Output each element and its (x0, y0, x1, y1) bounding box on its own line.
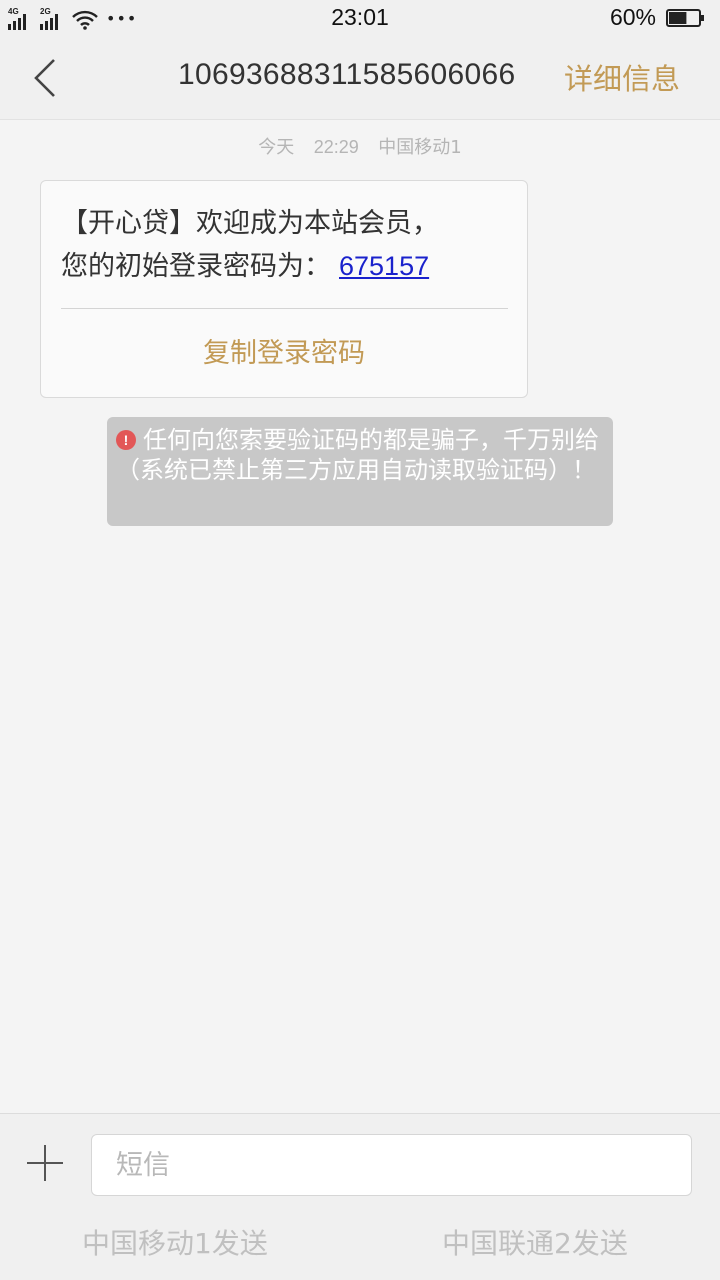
send-sim1-button[interactable]: 中国移动1发送 (82, 1222, 268, 1262)
details-button[interactable]: 详细信息 (564, 56, 680, 98)
verification-code-link[interactable]: 675157 (339, 251, 429, 281)
message-line-1: 【开心贷】欢迎成为本站会员， (61, 208, 439, 239)
timestamp-day: 今天 (258, 137, 295, 158)
attach-button[interactable] (26, 1144, 64, 1182)
battery-icon (666, 8, 704, 27)
status-bar: 4G 2G ••• 23:01 60% (0, 0, 720, 38)
sms-input[interactable] (91, 1134, 692, 1196)
plus-icon (27, 1145, 63, 1181)
message-line-2-text: 您的初始登录密码为： (61, 251, 331, 282)
message-line-2: 您的初始登录密码为： 675157 (61, 245, 511, 288)
timestamp-sim: 中国移动1 (378, 137, 462, 158)
timestamp-time: 22:29 (313, 137, 359, 157)
fraud-warning-text: 任何向您索要验证码的都是骗子，千万别给（系统已禁止第三方应用自动读取验证码）！ (116, 426, 599, 484)
bubble-divider (61, 308, 508, 309)
message-text: 【开心贷】欢迎成为本站会员， 您的初始登录密码为： 675157 (61, 203, 511, 288)
battery-percent: 60% (609, 4, 656, 30)
composer: 中国移动1发送 中国联通2发送 (0, 1113, 720, 1280)
copy-password-button[interactable]: 复制登录密码 (41, 331, 527, 370)
message-timestamp: 今天 22:29 中国移动1 (0, 133, 720, 159)
fraud-warning: ! 任何向您索要验证码的都是骗子，千万别给（系统已禁止第三方应用自动读取验证码）… (107, 417, 613, 526)
status-icons-right: 60% (610, 4, 706, 31)
send-sim2-button[interactable]: 中国联通2发送 (442, 1222, 628, 1262)
conversation-header: 1069368831158560​6066 详细信息 (0, 38, 720, 120)
sender-number: 1069368831158560​6066 (178, 58, 516, 91)
back-button[interactable] (26, 56, 66, 100)
message-bubble[interactable]: 【开心贷】欢迎成为本站会员， 您的初始登录密码为： 675157 复制登录密码 (40, 180, 528, 398)
chevron-left-icon (34, 59, 55, 97)
